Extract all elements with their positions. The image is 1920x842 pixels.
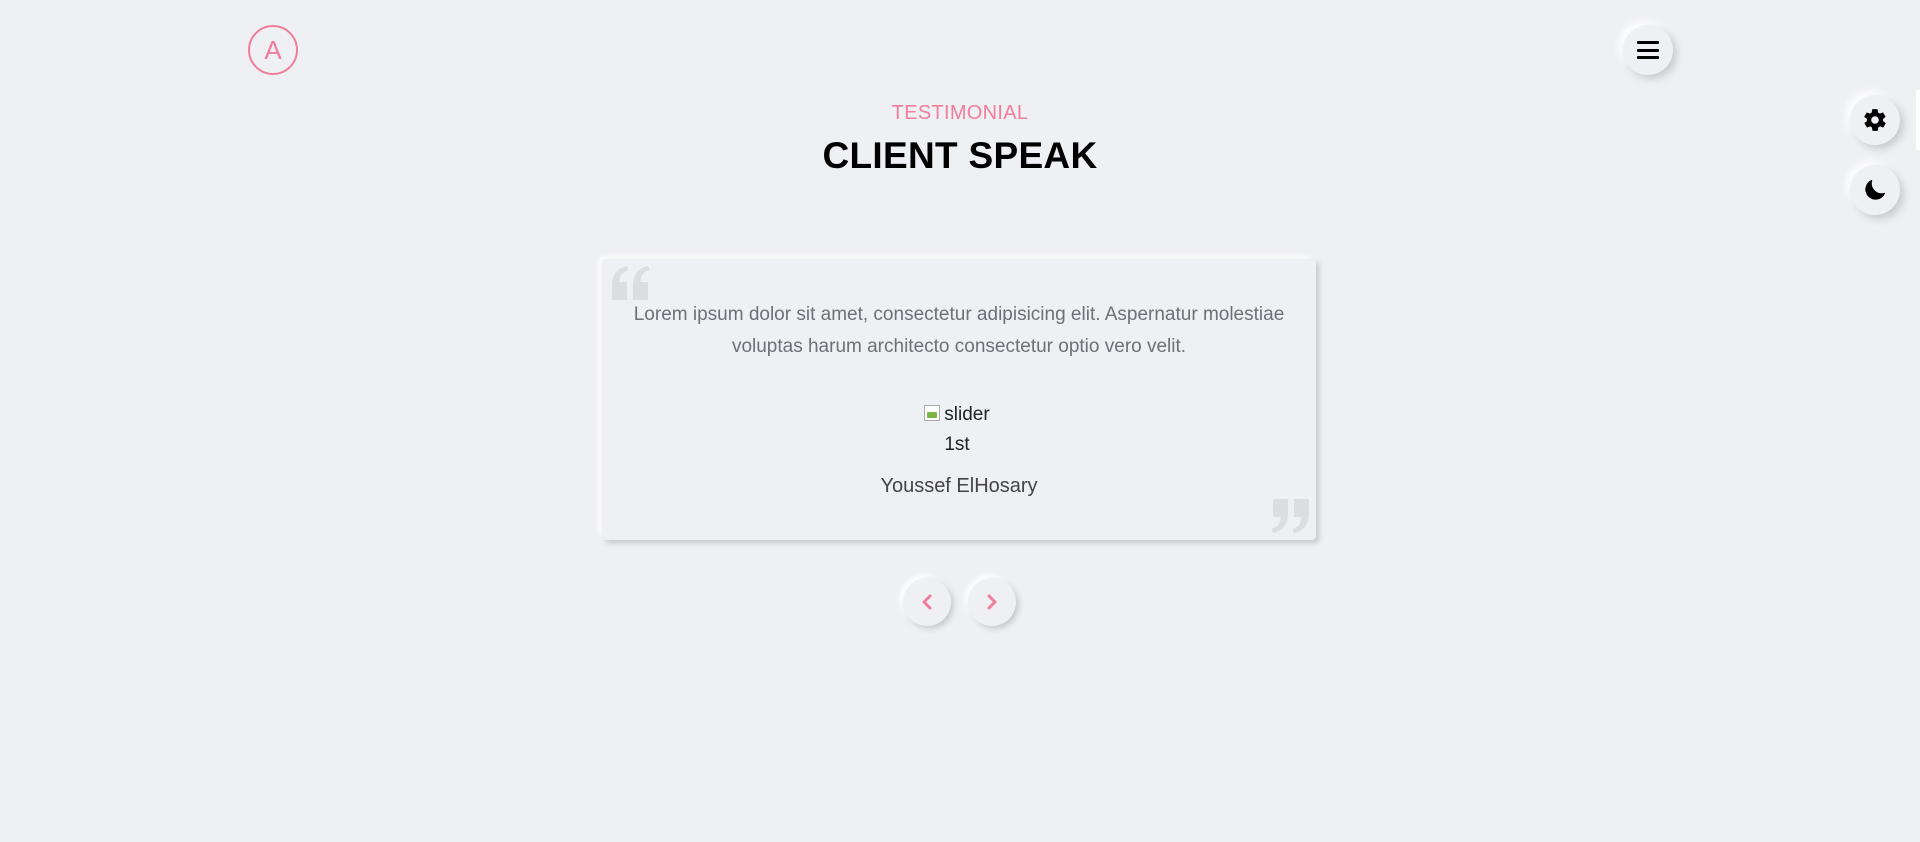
hamburger-icon — [1637, 41, 1659, 59]
image-alt-line2: 1st — [944, 434, 970, 455]
logo[interactable]: A — [248, 25, 298, 75]
section-subtitle: TESTIMONIAL — [891, 102, 1029, 124]
slider-prev-button[interactable] — [903, 578, 951, 626]
broken-image-icon — [924, 405, 941, 421]
chevron-right-icon — [987, 594, 997, 610]
image-alt-line1: slider — [944, 404, 990, 425]
testimonial-card: Lorem ipsum dolor sit amet, consectetur … — [602, 259, 1316, 540]
client-image: slider 1st — [907, 400, 1007, 460]
testimonial-text: Lorem ipsum dolor sit amet, consectetur … — [633, 304, 1285, 357]
moon-icon — [1865, 179, 1886, 200]
section-title: CLIENT SPEAK — [822, 135, 1098, 176]
menu-button[interactable] — [1623, 25, 1673, 75]
quote-open-icon — [612, 266, 650, 300]
quote-close-icon — [1271, 499, 1309, 533]
client-name: Youssef ElHosary — [880, 475, 1038, 497]
chevron-left-icon — [922, 594, 932, 610]
logo-letter: A — [264, 34, 282, 65]
page: A TESTIMONIAL CLIENT SPEAK Lorem ipsum d… — [0, 0, 1920, 842]
slider-next-button[interactable] — [968, 578, 1016, 626]
